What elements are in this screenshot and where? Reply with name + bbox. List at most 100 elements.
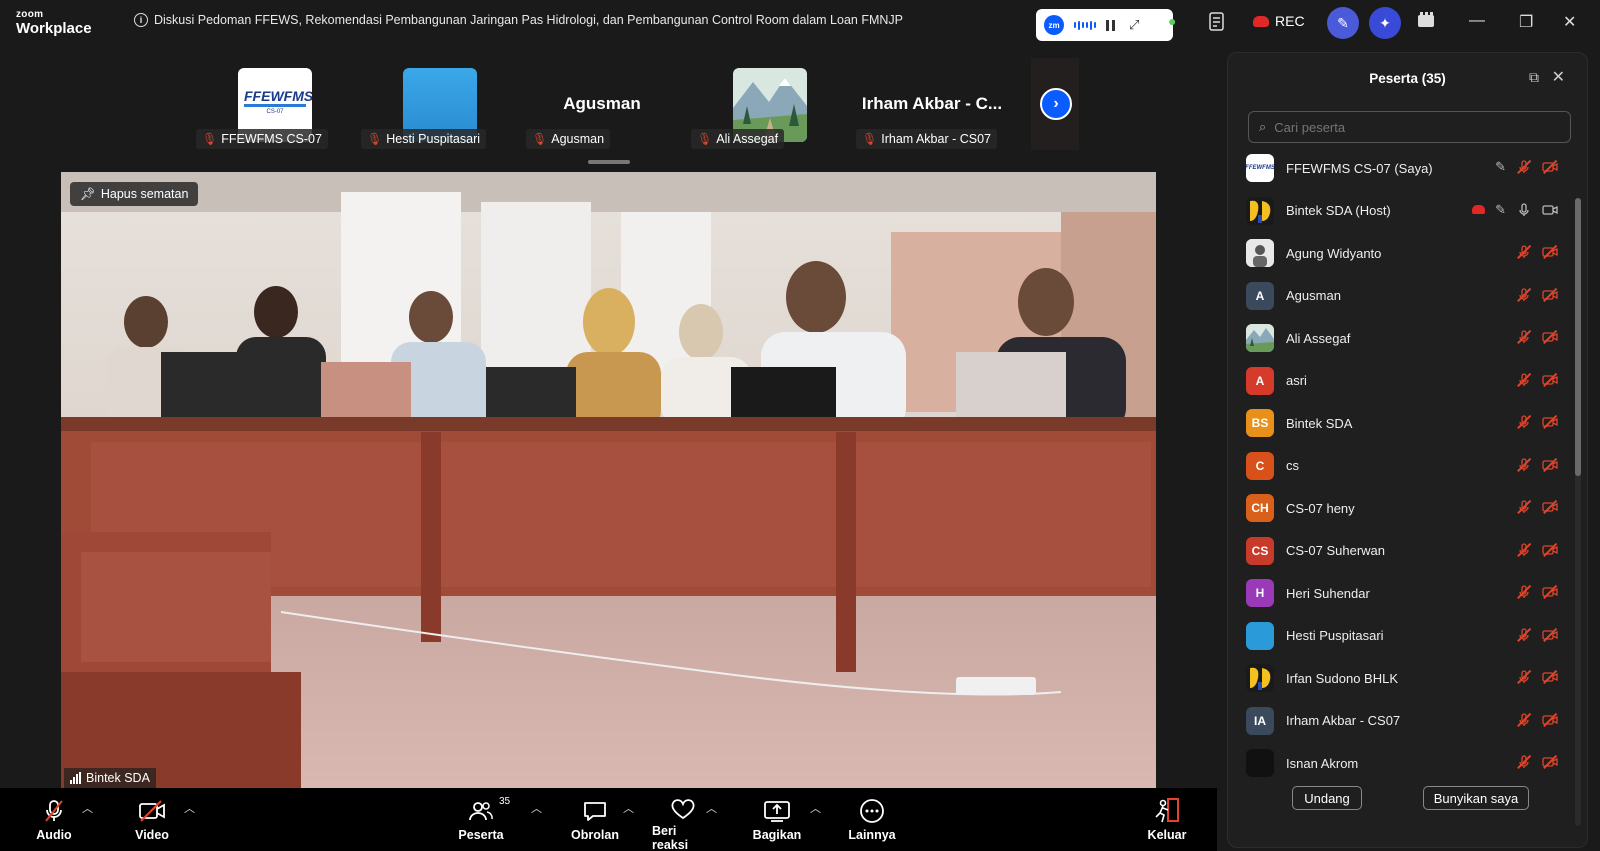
apps-icon[interactable] xyxy=(1417,11,1435,34)
participant-list-scrollbar[interactable] xyxy=(1575,198,1581,826)
avatar: A xyxy=(1246,281,1274,310)
participants-button[interactable]: 35 Peserta xyxy=(456,788,510,851)
participant-row[interactable]: Aasri xyxy=(1228,360,1568,403)
react-button[interactable]: Beri reaksi xyxy=(652,788,714,851)
video-off-icon[interactable] xyxy=(1542,669,1558,685)
video-off-icon[interactable] xyxy=(1542,372,1558,388)
video-off-icon[interactable] xyxy=(1542,542,1558,558)
participant-status-icons xyxy=(1516,669,1558,685)
chat-options-chevron-icon[interactable]: ︿ xyxy=(623,800,634,816)
leave-button[interactable]: Keluar xyxy=(1145,788,1189,851)
participant-row[interactable]: Ccs xyxy=(1228,445,1568,488)
thumbnail-tile[interactable]: FFEWFMS CS-07 🎙︎ FFEWFMS CS-07 xyxy=(190,58,354,150)
thumbnail-display-name: Irham Akbar - C... xyxy=(861,94,1003,113)
participant-row[interactable]: CH CS-07 heny xyxy=(1228,487,1568,530)
info-icon[interactable]: i xyxy=(134,13,148,27)
mic-off-icon[interactable] xyxy=(1516,669,1532,685)
strip-resize-handle[interactable] xyxy=(588,160,630,164)
recording-indicator[interactable]: REC xyxy=(1253,13,1305,29)
unpin-button[interactable]: 📌︎ Hapus sematan xyxy=(70,182,199,206)
close-panel-icon[interactable]: ✕ xyxy=(1552,67,1565,87)
participant-row[interactable]: A Agusman xyxy=(1228,275,1568,318)
annotate-icon[interactable]: ✎ xyxy=(1495,159,1506,175)
whiteboard-icon[interactable]: ✎ xyxy=(1327,7,1359,39)
participant-row[interactable]: Bintek SDA (Host) ✎ xyxy=(1228,190,1568,233)
share-options-chevron-icon[interactable]: ︿ xyxy=(810,800,821,816)
participant-row[interactable]: Isnan Akrom xyxy=(1228,742,1568,785)
mic-off-icon[interactable] xyxy=(1516,159,1532,175)
app-logo: zoom Workplace xyxy=(16,10,92,37)
thumbnail-tile[interactable]: Agusman 🎙︎ Agusman xyxy=(520,58,684,150)
invite-button[interactable]: Undang xyxy=(1292,786,1362,810)
audio-button[interactable]: Audio xyxy=(34,788,74,851)
participant-row[interactable]: Irfan Sudono BHLK xyxy=(1228,657,1568,700)
recording-mini-player[interactable]: zm ⤢ xyxy=(1036,9,1173,41)
participant-row[interactable]: Ali Assegaf xyxy=(1228,317,1568,360)
shield-icon[interactable]: ● xyxy=(1168,13,1176,29)
mic-off-icon[interactable] xyxy=(1516,542,1532,558)
video-options-chevron-icon[interactable]: ︿ xyxy=(184,800,195,816)
video-off-icon[interactable] xyxy=(1542,329,1558,345)
participant-row[interactable]: FFEWFMS FFEWFMS CS-07 (Saya) ✎ xyxy=(1228,147,1568,190)
ai-companion-icon[interactable]: ✦ xyxy=(1369,7,1401,39)
participant-name: Hesti Puspitasari xyxy=(1286,628,1384,644)
thumbnail-tile[interactable]: Irham Akbar - C... 🎙︎ Irham Akbar - CS07 xyxy=(850,58,1014,150)
minimize-icon[interactable]: — xyxy=(1469,12,1485,30)
video-button[interactable]: Video xyxy=(130,788,174,851)
annotate-icon[interactable]: ✎ xyxy=(1495,202,1506,218)
thumbnail-tile[interactable]: 🎙︎ Hesti Puspitasari xyxy=(355,58,519,150)
participant-row[interactable]: CS CS-07 Suherwan xyxy=(1228,530,1568,573)
participants-options-chevron-icon[interactable]: ︿ xyxy=(531,800,542,816)
pop-out-icon[interactable]: ⧉ xyxy=(1529,69,1539,86)
more-button[interactable]: Lainnya xyxy=(844,788,900,851)
mic-off-icon[interactable] xyxy=(1516,372,1532,388)
video-off-icon[interactable] xyxy=(1542,584,1558,600)
mic-off-icon[interactable] xyxy=(1516,457,1532,473)
mic-off-icon[interactable] xyxy=(1516,584,1532,600)
mic-off-icon[interactable] xyxy=(1516,499,1532,515)
video-off-icon[interactable] xyxy=(1542,754,1558,770)
main-video[interactable] xyxy=(61,172,1156,788)
video-off-icon[interactable] xyxy=(1542,627,1558,643)
mic-off-icon[interactable] xyxy=(1516,329,1532,345)
unmute-me-button[interactable]: Bunyikan saya xyxy=(1423,786,1529,810)
video-off-icon[interactable] xyxy=(1542,159,1558,175)
participant-row[interactable]: Agung Widyanto xyxy=(1228,232,1568,275)
mic-off-icon[interactable] xyxy=(1516,244,1532,260)
video-off-icon[interactable] xyxy=(1542,244,1558,260)
video-icon[interactable] xyxy=(1542,202,1558,218)
participant-row[interactable]: BS Bintek SDA xyxy=(1228,402,1568,445)
video-off-icon[interactable] xyxy=(1542,414,1558,430)
participant-search[interactable]: ⌕ xyxy=(1248,111,1571,143)
meeting-info[interactable]: i Diskusi Pedoman FFEWS, Rekomendasi Pem… xyxy=(134,13,903,27)
mic-off-icon[interactable] xyxy=(1516,754,1532,770)
react-options-chevron-icon[interactable]: ︿ xyxy=(706,800,717,816)
chat-button[interactable]: Obrolan xyxy=(570,788,620,851)
video-off-icon[interactable] xyxy=(1542,499,1558,515)
meeting-toolbar: Audio ︿ Video ︿ 35 Peserta ︿ Obrolan ︿ B… xyxy=(0,788,1217,851)
close-icon[interactable]: ✕ xyxy=(1563,12,1576,32)
video-off-icon[interactable] xyxy=(1542,457,1558,473)
pause-icon[interactable] xyxy=(1106,19,1115,31)
share-label: Bagikan xyxy=(752,828,802,842)
participant-row[interactable]: IA Irham Akbar - CS07 xyxy=(1228,700,1568,743)
participant-row[interactable]: Hesti Puspitasari xyxy=(1228,615,1568,658)
share-button[interactable]: Bagikan xyxy=(752,788,802,851)
video-off-icon[interactable] xyxy=(1542,712,1558,728)
search-input[interactable] xyxy=(1274,119,1555,135)
mic-off-icon[interactable] xyxy=(1516,414,1532,430)
restore-icon[interactable]: ❐ xyxy=(1519,12,1533,32)
scrollbar-thumb[interactable] xyxy=(1575,198,1581,476)
video-off-icon[interactable] xyxy=(1542,287,1558,303)
audio-options-chevron-icon[interactable]: ︿ xyxy=(82,800,93,816)
expand-icon[interactable]: ⤢ xyxy=(1129,17,1139,33)
mic-off-icon[interactable] xyxy=(1516,712,1532,728)
participant-row[interactable]: H Heri Suhendar xyxy=(1228,572,1568,615)
mic-off-icon[interactable] xyxy=(1516,287,1532,303)
notes-icon[interactable] xyxy=(1208,12,1226,37)
mic-icon[interactable] xyxy=(1516,202,1532,218)
participant-status-icons xyxy=(1516,457,1558,473)
next-page-arrow-icon[interactable]: › xyxy=(1040,88,1072,120)
mic-off-icon[interactable] xyxy=(1516,627,1532,643)
thumbnail-tile[interactable]: 🎙︎ Ali Assegaf xyxy=(685,58,849,150)
